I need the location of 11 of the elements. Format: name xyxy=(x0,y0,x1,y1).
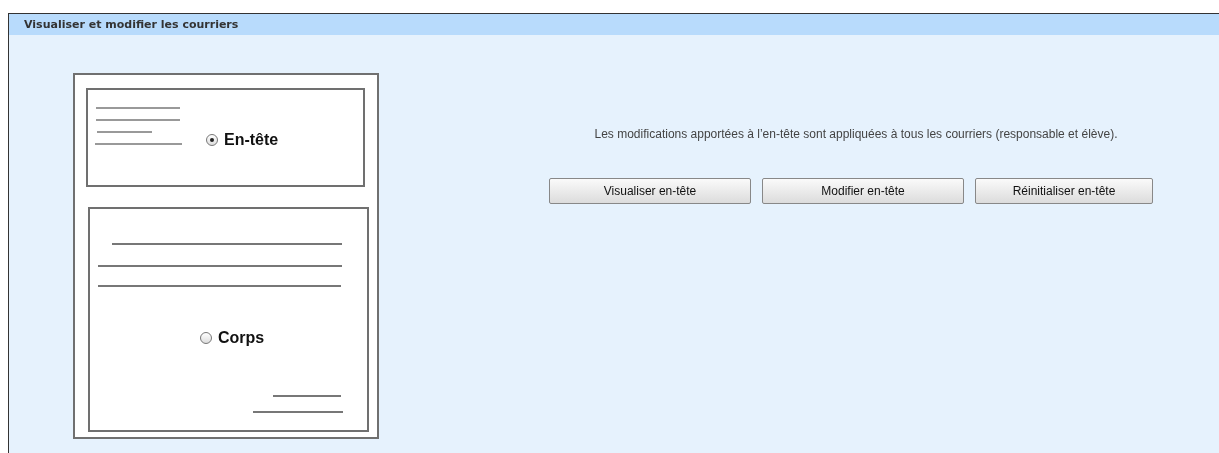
info-message: Les modifications apportées à l’en-tête sont appliquées à tous les courriers (responsable et élève). xyxy=(594,127,1118,141)
radio-option[interactable]: En-tête xyxy=(206,131,279,149)
radio-option[interactable]: Corps xyxy=(200,329,265,347)
radio-button[interactable] xyxy=(206,134,218,146)
panel-title: Visualiser et modifier les courriers xyxy=(9,14,1219,35)
option-label: En-tête xyxy=(224,131,279,149)
option-label: Corps xyxy=(218,329,265,347)
action-button[interactable]: Modifier en-tête xyxy=(762,178,964,204)
action-button[interactable]: Visualiser en-tête xyxy=(549,178,751,204)
radio-button[interactable] xyxy=(200,332,212,344)
action-button[interactable]: Réinitialiser en-tête xyxy=(975,178,1153,204)
